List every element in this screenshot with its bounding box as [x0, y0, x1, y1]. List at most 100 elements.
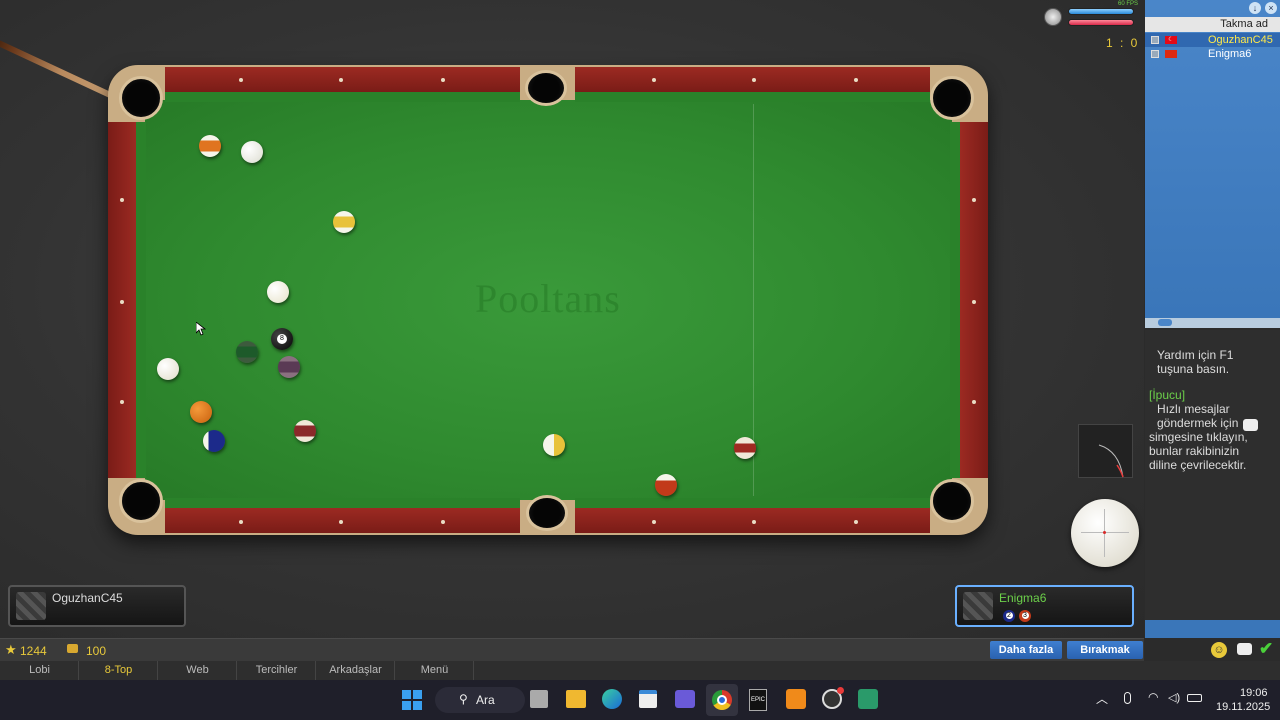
clock-date[interactable]: 19.11.2025 — [1216, 701, 1270, 713]
potted-ball-2: 2 — [1003, 610, 1015, 622]
ball-8-black: 8 — [271, 328, 293, 350]
pocket-top-left — [119, 76, 163, 120]
taskbar-search[interactable]: ⚲ Ara — [435, 687, 525, 713]
speaker-icon[interactable]: ◁) — [1168, 691, 1180, 704]
player-avatar — [16, 592, 46, 620]
diamond — [972, 198, 976, 202]
felt-lip-bottom-right — [575, 498, 930, 508]
tip-body-continued: simgesine tıklayın, bunlar rakibinizin d… — [1149, 430, 1248, 472]
bottom-nav: Lobi 8-Top Web Tercihler Arkadaşlar Menü — [0, 661, 1280, 680]
player-panel-left: OguzhanC45 — [8, 585, 186, 627]
diamond — [120, 198, 124, 202]
chevron-up-icon[interactable]: ︿ — [1096, 690, 1108, 707]
more-button[interactable]: Daha fazla — [990, 641, 1062, 659]
search-icon: ⚲ — [459, 692, 468, 706]
ball-3-red — [655, 474, 677, 496]
diamond — [854, 520, 858, 524]
diamond — [752, 78, 756, 82]
obs-icon[interactable] — [822, 687, 844, 709]
ball-yellow-stripe-2 — [543, 434, 565, 456]
clock-time[interactable]: 19:06 — [1240, 687, 1268, 699]
player-list-row[interactable]: ☾ OguzhanC45 — [1145, 33, 1280, 47]
ball-12-purple-stripe — [278, 356, 300, 378]
nav-8-ball[interactable]: 8-Top — [80, 661, 158, 680]
chat-panel: Yardım için F1 tuşuna basın. [İpucu] Hız… — [1145, 330, 1280, 620]
nav-friends[interactable]: Arkadaşlar — [317, 661, 395, 680]
file-explorer-icon[interactable] — [566, 690, 586, 708]
baulk-line — [753, 104, 754, 496]
quick-message-inline-icon — [1243, 419, 1258, 431]
nav-menu[interactable]: Menü — [396, 661, 474, 680]
cue-angle-widget[interactable] — [1078, 424, 1133, 478]
ball-15-maroon-stripe — [294, 420, 316, 442]
battery-icon[interactable] — [1187, 694, 1202, 702]
splitter-handle[interactable] — [1158, 319, 1172, 326]
power-bar-blue — [1068, 8, 1134, 15]
ball-5-orange — [190, 401, 212, 423]
power-bar-red — [1068, 19, 1134, 26]
nav-web[interactable]: Web — [159, 661, 237, 680]
check-icon[interactable]: ✔ — [1259, 639, 1273, 659]
diamond — [239, 520, 243, 524]
windows-start-icon[interactable] — [402, 690, 422, 710]
coin-count: 100 — [86, 644, 107, 658]
game-area[interactable]: Pooltans 8 60 FPS 1 : 0 OguzhanC45 Enigm… — [0, 0, 1144, 638]
task-view-icon[interactable] — [530, 690, 548, 708]
tip-body: Hızlı mesajlar göndermek için — [1157, 402, 1239, 430]
wifi-icon[interactable]: ◠ — [1148, 690, 1158, 704]
player-list-row[interactable]: Enigma6 — [1145, 47, 1280, 61]
close-icon[interactable]: × — [1265, 2, 1277, 14]
flag-turkey-icon: ☾ — [1165, 36, 1177, 44]
chrome-icon[interactable] — [706, 684, 738, 716]
teams-icon[interactable] — [675, 690, 695, 708]
quick-message-icon[interactable] — [1237, 643, 1252, 655]
nav-preferences[interactable]: Tercihler — [238, 661, 316, 680]
diamond — [441, 520, 445, 524]
diamond — [339, 78, 343, 82]
pocket-bottom-middle — [526, 495, 568, 531]
windows-taskbar: ⚲ Ara EPIC ︿ ◠ ◁) 19:06 19.11.2025 — [0, 680, 1280, 720]
felt-lip-bottom-left — [165, 498, 520, 508]
flag-china-icon — [1165, 50, 1177, 58]
star-icon: ★ — [5, 642, 17, 657]
edge-icon[interactable] — [602, 689, 622, 709]
diamond — [339, 520, 343, 524]
status-bar: ★ 1244 100 — [0, 638, 1144, 662]
table-watermark: Pooltans — [475, 276, 621, 321]
diamond — [652, 520, 656, 524]
diamond — [239, 78, 243, 82]
download-icon[interactable]: ↓ — [1249, 2, 1261, 14]
diamond — [972, 400, 976, 404]
coin-icon — [67, 644, 78, 653]
smiley-icon[interactable]: ☺ — [1211, 642, 1227, 658]
nickname-column-header[interactable]: Takma ad — [1145, 17, 1280, 32]
quit-button[interactable]: Bırakmak — [1067, 641, 1143, 659]
spin-point — [1103, 531, 1106, 534]
epic-games-icon[interactable]: EPIC — [749, 689, 767, 711]
microphone-icon[interactable] — [1124, 692, 1131, 704]
diamond — [854, 78, 858, 82]
game-app-icon[interactable] — [858, 689, 878, 709]
ball-9-yellow-stripe — [333, 211, 355, 233]
nav-lobby[interactable]: Lobi — [1, 661, 79, 680]
pocket-bottom-right — [930, 479, 974, 523]
app-orange-icon[interactable] — [786, 689, 806, 709]
diamond — [441, 78, 445, 82]
sidebar-splitter[interactable] — [1145, 318, 1280, 328]
store-icon[interactable] — [639, 690, 657, 708]
score-display: 1 : 0 — [1106, 36, 1140, 50]
cue-ball[interactable] — [241, 141, 263, 163]
fps-label: 60 FPS — [1118, 1, 1139, 7]
chat-input-strip[interactable] — [1145, 620, 1280, 638]
player-name: Enigma6 — [999, 591, 1047, 605]
cue-ball-spin-control[interactable] — [1071, 499, 1139, 567]
diamond — [652, 78, 656, 82]
help-message: Yardım için F1 tuşuna basın. — [1157, 348, 1234, 376]
pocket-top-middle — [525, 70, 567, 106]
ball-2-blue — [203, 430, 225, 452]
ball-number: 2 — [1005, 612, 1013, 619]
diamond — [120, 300, 124, 304]
potted-ball-3: 3 — [1019, 610, 1031, 622]
diamond — [972, 300, 976, 304]
stopwatch-icon — [1044, 8, 1062, 26]
